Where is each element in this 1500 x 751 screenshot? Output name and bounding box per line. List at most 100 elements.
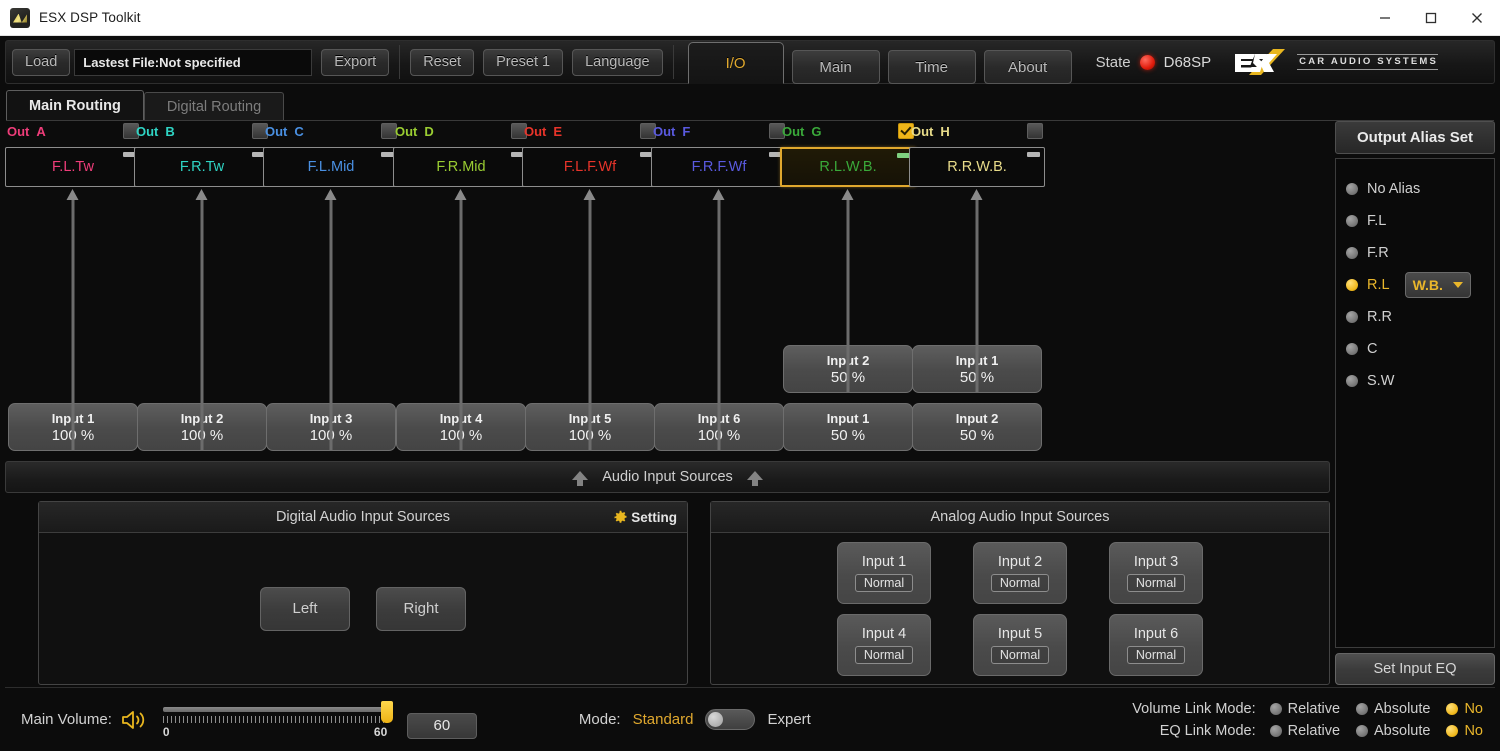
channel-header-e: Out E xyxy=(522,121,658,141)
output-name-box-e[interactable]: F.L.F.Wf xyxy=(522,147,658,187)
alias-option-r-l[interactable]: R.L W.B. xyxy=(1346,269,1494,301)
alias-option-label: C xyxy=(1367,341,1378,357)
load-button[interactable]: Load xyxy=(12,48,71,76)
analog-input-cell[interactable]: Input 2 Normal xyxy=(973,541,1067,604)
alias-option-s-w[interactable]: S.W xyxy=(1346,365,1494,397)
output-name-box-f[interactable]: F.R.F.Wf xyxy=(651,147,787,187)
mode-standard-label[interactable]: Standard xyxy=(633,711,694,728)
maximize-icon[interactable] xyxy=(1408,0,1454,36)
preset-button[interactable]: Preset 1 xyxy=(483,48,564,76)
eq-link-absolute[interactable]: Absolute xyxy=(1356,723,1430,739)
tab-main[interactable]: Main xyxy=(791,50,880,84)
volume-link-no[interactable]: No xyxy=(1446,701,1483,717)
volume-link-relative-label: Relative xyxy=(1287,700,1341,717)
alias-option-r-r[interactable]: R.R xyxy=(1346,301,1494,333)
radio-icon xyxy=(1346,247,1358,259)
mode-expert-label[interactable]: Expert xyxy=(767,711,810,728)
analog-panel-header: Analog Audio Input Sources xyxy=(711,502,1329,533)
analog-input-mode[interactable]: Normal xyxy=(990,645,1050,664)
eq-link-row: EQ Link Mode: Relative Absolute No xyxy=(1132,723,1483,739)
out-prefix-label: Out xyxy=(911,123,934,139)
routing-arrow xyxy=(841,189,855,393)
main-volume-slider[interactable]: 0 60 xyxy=(162,699,393,741)
tab-time[interactable]: Time xyxy=(887,50,976,84)
output-name-box-a[interactable]: F.L.Tw xyxy=(5,147,141,187)
subtab-main-routing[interactable]: Main Routing xyxy=(6,90,144,120)
routing-input-name: Input 2 xyxy=(955,410,999,426)
alias-option-c[interactable]: C xyxy=(1346,333,1494,365)
routing-arrow-head xyxy=(712,189,725,200)
nav-tabs: I/O Main Time About xyxy=(687,40,1072,84)
top-toolbar: Load Lastest File:Not specified Export R… xyxy=(5,40,1495,84)
digital-setting-button[interactable]: Setting xyxy=(613,510,677,525)
toolbar-divider-1 xyxy=(399,45,401,79)
routing-input-percent: 50 % xyxy=(830,426,866,444)
eq-link-relative[interactable]: Relative xyxy=(1269,722,1341,739)
slider-thumb[interactable] xyxy=(380,700,393,723)
output-alias-sidebar: Output Alias Set No Alias F.L F.R R.L W.B. R.… xyxy=(1335,121,1495,685)
analog-input-mode[interactable]: Normal xyxy=(854,573,914,592)
analog-input-mode[interactable]: Normal xyxy=(1126,573,1186,592)
mode-toggle-knob xyxy=(708,712,724,727)
channel-header-c: Out C xyxy=(263,121,399,141)
routing-arrow-head xyxy=(841,189,854,200)
out-letter-label: H xyxy=(940,123,950,139)
alias-option-f-l[interactable]: F.L xyxy=(1346,205,1494,237)
output-name-box-d[interactable]: F.R.Mid xyxy=(393,147,529,187)
analog-input-mode[interactable]: Normal xyxy=(990,573,1050,592)
alias-option-label: S.W xyxy=(1367,373,1395,389)
analog-input-cell[interactable]: Input 3 Normal xyxy=(1109,541,1203,604)
alias-option-f-r[interactable]: F.R xyxy=(1346,237,1494,269)
output-name-box-b[interactable]: F.R.Tw xyxy=(134,147,270,187)
eq-link-relative-label: Relative xyxy=(1287,722,1341,739)
eq-link-no[interactable]: No xyxy=(1446,723,1483,739)
digital-left-button[interactable]: Left xyxy=(260,586,350,631)
out-letter-label: G xyxy=(811,123,822,139)
routing-input-box[interactable]: Input 2 50 % xyxy=(912,403,1042,451)
analog-input-cell[interactable]: Input 6 Normal xyxy=(1109,613,1203,676)
language-button[interactable]: Language xyxy=(572,48,663,76)
main-volume-value[interactable]: 60 xyxy=(406,712,477,739)
reset-button[interactable]: Reset xyxy=(410,48,475,76)
analog-input-cell[interactable]: Input 1 Normal xyxy=(837,541,931,604)
volume-link-title: Volume Link Mode: xyxy=(1132,700,1256,717)
analog-input-mode[interactable]: Normal xyxy=(854,645,914,664)
alias-dropdown[interactable]: W.B. xyxy=(1404,272,1471,298)
slider-min-label: 0 xyxy=(162,724,170,739)
analog-input-mode[interactable]: Normal xyxy=(1126,645,1186,664)
digital-right-button[interactable]: Right xyxy=(376,586,466,631)
set-input-eq-button[interactable]: Set Input EQ xyxy=(1335,653,1495,685)
speaker-icon[interactable] xyxy=(121,709,148,731)
output-name-box-h[interactable]: R.R.W.B. xyxy=(909,147,1045,187)
out-letter-label: C xyxy=(294,123,304,139)
status-led-icon xyxy=(1139,54,1155,70)
output-channel-e: Out E F.L.F.Wf Input 5 100 % xyxy=(522,121,658,461)
analog-input-cell[interactable]: Input 5 Normal xyxy=(973,613,1067,676)
output-name-box-c[interactable]: F.L.Mid xyxy=(263,147,399,187)
subtab-digital-routing[interactable]: Digital Routing xyxy=(143,92,285,120)
analog-input-grid: Input 1 Normal Input 2 Normal Input 3 Normal I… xyxy=(837,541,1203,676)
lastest-file-field[interactable]: Lastest File:Not specified xyxy=(74,48,313,76)
digital-audio-panel: Digital Audio Input Sources Setting Left… xyxy=(38,501,688,685)
analog-input-name: Input 6 xyxy=(1133,625,1179,642)
analog-input-name: Input 5 xyxy=(997,625,1043,642)
app-body: Load Lastest File:Not specified Export R… xyxy=(0,40,1500,751)
output-name-box-g[interactable]: R.L.W.B. xyxy=(780,147,916,187)
eq-link-no-label: No xyxy=(1464,722,1483,739)
window-titlebar: ESX DSP Toolkit xyxy=(0,0,1500,36)
radio-icon xyxy=(1269,724,1282,737)
analog-panel-title: Analog Audio Input Sources xyxy=(930,509,1110,525)
routing-arrow xyxy=(970,189,984,393)
mode-toggle[interactable] xyxy=(705,709,756,730)
close-icon[interactable] xyxy=(1454,0,1500,36)
volume-link-relative[interactable]: Relative xyxy=(1269,700,1341,717)
tab-io[interactable]: I/O xyxy=(687,42,784,84)
volume-link-absolute[interactable]: Absolute xyxy=(1356,701,1430,717)
routing-input-box[interactable]: Input 1 50 % xyxy=(783,403,913,451)
analog-input-cell[interactable]: Input 4 Normal xyxy=(837,613,931,676)
alias-option-no-alias[interactable]: No Alias xyxy=(1346,173,1494,205)
tab-about[interactable]: About xyxy=(983,50,1072,84)
export-button[interactable]: Export xyxy=(321,48,390,76)
minimize-icon[interactable] xyxy=(1362,0,1408,36)
channel-checkbox-h[interactable] xyxy=(1027,123,1043,139)
